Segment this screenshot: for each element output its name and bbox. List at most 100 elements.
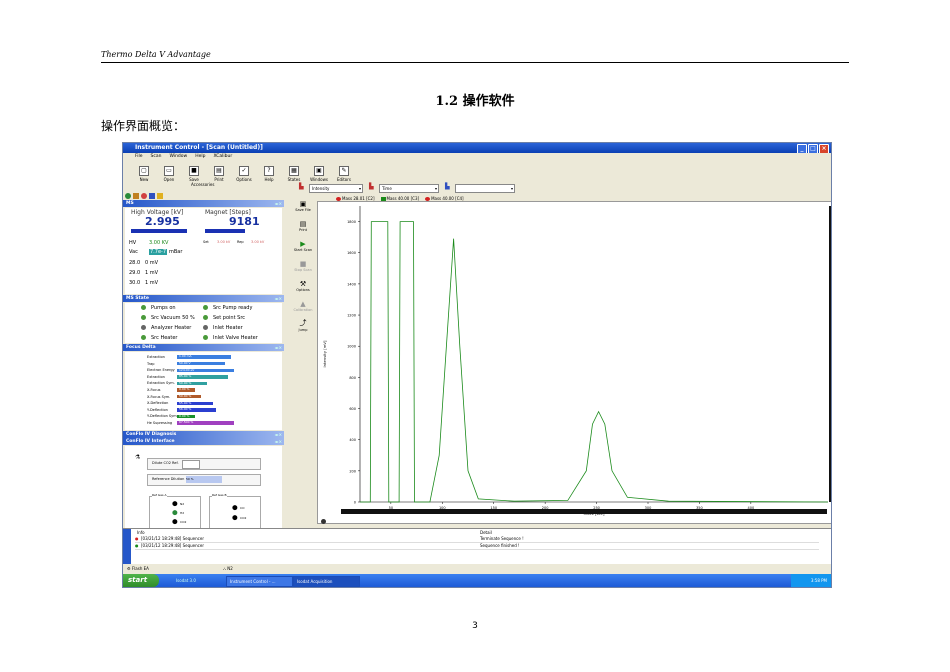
hv-set-label: Set [203, 240, 209, 244]
play-icon: ▶ [300, 240, 306, 248]
focus-row-label: He Supressing [147, 421, 173, 425]
jump-label: Jump [298, 328, 308, 332]
valve-icon[interactable]: ⬤ [172, 510, 178, 516]
taskbar-item[interactable]: Isodat Acquisition [293, 576, 360, 587]
print-button[interactable]: ▤ Print [210, 166, 228, 182]
chevron-down-icon: ▾ [434, 186, 437, 191]
options-button[interactable]: ✓ Options [235, 166, 253, 182]
intensity-select[interactable]: Intensity ▾ [309, 184, 363, 193]
taskbar-item[interactable]: Isodat 3.0 [173, 576, 222, 585]
log-detail: Terminate Sequence ! [480, 536, 524, 541]
ms-state-panel: Pumps on Src Pump ready Src Vacuum 50 % … [125, 303, 282, 343]
scan-tool-column: ▣ Save File ▤ Print ▶ Start Scan ■ Stop Scan… [289, 198, 317, 528]
taskbar: start Isodat 3.0 Instrument Control - ..… [123, 574, 831, 587]
print-tool[interactable]: ▤ Print [289, 220, 317, 232]
gas-label[interactable]: N2 [227, 566, 233, 571]
hv-value: 2.995 [145, 215, 180, 228]
open-button[interactable]: ▭ Open [160, 166, 178, 182]
focus-row-value: 67.500 % [179, 420, 194, 425]
gas-a-n2: N2 [180, 502, 185, 506]
windows-button[interactable]: ▣ Windows [310, 166, 328, 182]
flash-ea-label[interactable]: Flash EA [132, 564, 222, 573]
start-scan-tool[interactable]: ▶ Start Scan [289, 240, 317, 252]
chart-right-scrollbar [829, 206, 831, 502]
focus-controls-icon[interactable]: ◂▸× [275, 344, 282, 351]
time-select[interactable]: Time ▾ [379, 184, 439, 193]
calibration-icon: ▲ [300, 300, 306, 308]
new-label: New [139, 177, 149, 182]
table-row[interactable]: ● [03/21/12 18:29:48] Sequencer Terminat… [135, 536, 819, 543]
conflo-diagnosis-label: ConFlo IV Diagnosis [126, 432, 177, 437]
section-title: 1.2 操作软件 [435, 94, 515, 109]
valve-icon[interactable]: ⬤ [172, 519, 178, 525]
jump-tool[interactable]: ⤴ Jump [289, 318, 317, 332]
taskbar-item[interactable]: Instrument Control - ... [226, 576, 293, 587]
jump-icon: ⤴ [299, 319, 307, 327]
status-led-icon [141, 325, 146, 330]
gear-icon[interactable] [141, 192, 147, 199]
valve-icon[interactable]: ⬤ [172, 501, 178, 507]
table-row[interactable]: ● [03/21/12 18:29:48] Sequencer Sequence… [135, 543, 819, 550]
time-scrollbar[interactable] [341, 509, 827, 514]
focus-row-label: Extraction [147, 374, 165, 379]
star-icon[interactable] [157, 192, 163, 199]
series-line-2 [360, 221, 829, 503]
dilute-input[interactable] [182, 460, 200, 469]
gas-icon: ⛬ [223, 566, 226, 571]
states-button[interactable]: ▦ States [285, 166, 303, 182]
menu-xcalibur[interactable]: XCalibur [214, 153, 233, 161]
options-tool[interactable]: ⚒ Options [289, 280, 317, 292]
windows-label: Windows [310, 177, 328, 182]
stop-scan-tool[interactable]: ■ Stop Scan [289, 260, 317, 272]
vac-value: 7.7e-7 [149, 249, 168, 255]
ms-state-controls-icon[interactable]: ◂▸× [275, 295, 282, 302]
conflo-diagnosis-controls-icon[interactable]: ◂▸× [275, 431, 282, 438]
scroll-knob-icon[interactable] [321, 519, 326, 524]
mass-row-3-mass: 30.0 [129, 280, 141, 286]
calibration-tool[interactable]: ▲ Calibration [289, 300, 317, 312]
menu-window[interactable]: Window [169, 153, 187, 161]
log-side-tab[interactable] [123, 529, 131, 564]
help-button[interactable]: ? Help [260, 166, 278, 182]
log-info: [03/21/12 18:29:48] Sequencer [141, 536, 204, 541]
start-scan-label: Start Scan [293, 248, 313, 252]
log-panel: Info Detail ● [03/21/12 18:29:48] Sequen… [123, 528, 831, 564]
chromatogram-chart[interactable]: 0 200 400 600 800 1000 1200 1400 1600 1800 50 100 15… [317, 201, 831, 524]
conflo-diagnosis-header[interactable]: ConFlo IV Diagnosis ◂▸× [123, 431, 284, 438]
state-item: Src Vacuum 50 % [151, 315, 195, 321]
panel-controls-icon[interactable]: ◂▸× [275, 200, 282, 207]
options-tool-label: Options [296, 288, 310, 292]
valve-icon[interactable]: ⬤ [232, 505, 238, 511]
y-tick-label: 600 [349, 407, 356, 411]
triangle-icon[interactable] [133, 192, 139, 199]
menu-file[interactable]: File [135, 153, 143, 161]
state-item: Src Pump ready [213, 305, 253, 311]
chart-icon[interactable] [149, 192, 155, 199]
focus-row-value: 0.00 % [179, 387, 190, 392]
new-button[interactable]: ▢ New [135, 166, 153, 182]
menu-scan[interactable]: Scan [151, 153, 162, 161]
state-item: Inlet Valve Heater [213, 335, 258, 341]
editors-button[interactable]: ✎ Editors [335, 166, 353, 182]
flash-ea-icon: ⚙ [127, 566, 131, 571]
mass-row-3-value: 1 mV [145, 280, 159, 286]
extra-select[interactable]: ▾ [455, 184, 515, 193]
save-file-tool[interactable]: ▣ Save File [289, 200, 317, 212]
y-tick-label: 400 [349, 438, 356, 442]
ref-dilution-label: Reference Dilution [152, 477, 185, 481]
error-icon: ● [135, 536, 139, 541]
save-button[interactable]: ■ Save [185, 166, 203, 182]
wrench-icon: ⚒ [299, 280, 307, 288]
conflo-interface-label: ConFlo IV Interface [126, 439, 175, 444]
open-icon: ▭ [164, 166, 174, 176]
molecule-icon[interactable] [125, 192, 131, 199]
status-led-icon [141, 315, 146, 320]
ref-dilution-value[interactable]: 50 % [186, 476, 222, 483]
conflo-interface-controls-icon[interactable]: ◂▸× [275, 438, 282, 445]
conflo-interface-header[interactable]: ConFlo IV Interface ◂▸× [123, 438, 284, 445]
menu-help[interactable]: Help [195, 153, 205, 161]
valve-icon[interactable]: ⬤ [232, 515, 238, 521]
start-button[interactable]: start [123, 574, 159, 587]
flask-icon: ⚗ [135, 454, 141, 461]
gas-b-co2: CO2 [240, 516, 247, 520]
